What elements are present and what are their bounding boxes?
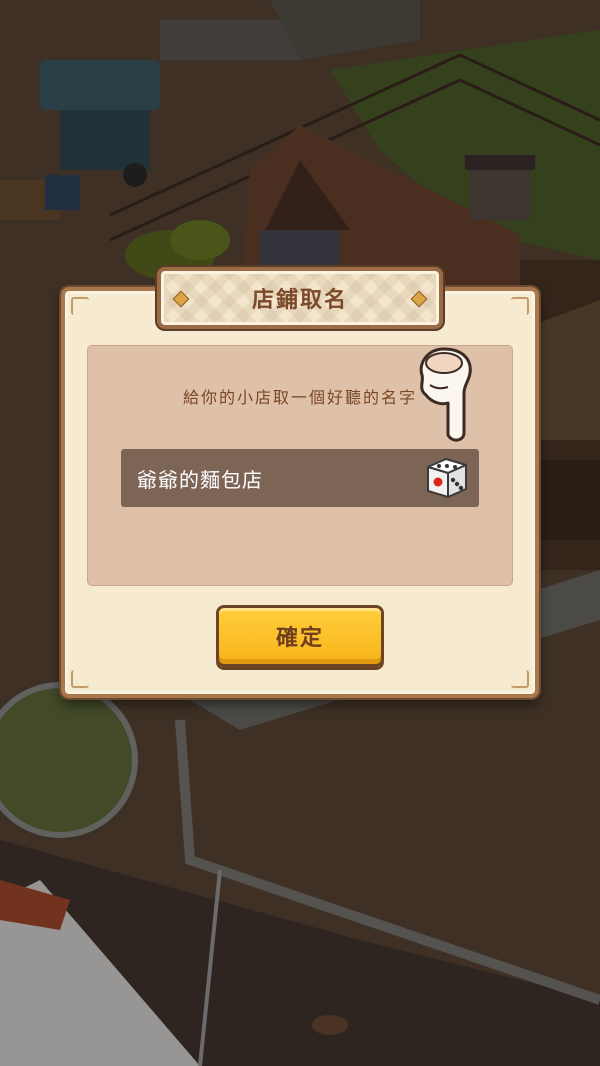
- diamond-ornament-icon: [172, 290, 190, 308]
- dialog-corner-ornament: [511, 670, 529, 688]
- dice-icon[interactable]: [422, 455, 470, 501]
- dialog-corner-ornament: [71, 670, 89, 688]
- dialog-title: 店鋪取名: [251, 288, 348, 313]
- dialog-corner-ornament: [71, 297, 89, 315]
- dialog-title-plate: 店鋪取名: [157, 267, 443, 329]
- dialog-corner-ornament: [511, 297, 529, 315]
- shop-name-value: 爺爺的麵包店: [137, 467, 263, 492]
- pointing-hand-icon: [412, 345, 482, 445]
- diamond-ornament-icon: [410, 290, 428, 308]
- confirm-button[interactable]: 確定: [216, 605, 384, 667]
- confirm-button-label: 確定: [275, 626, 324, 651]
